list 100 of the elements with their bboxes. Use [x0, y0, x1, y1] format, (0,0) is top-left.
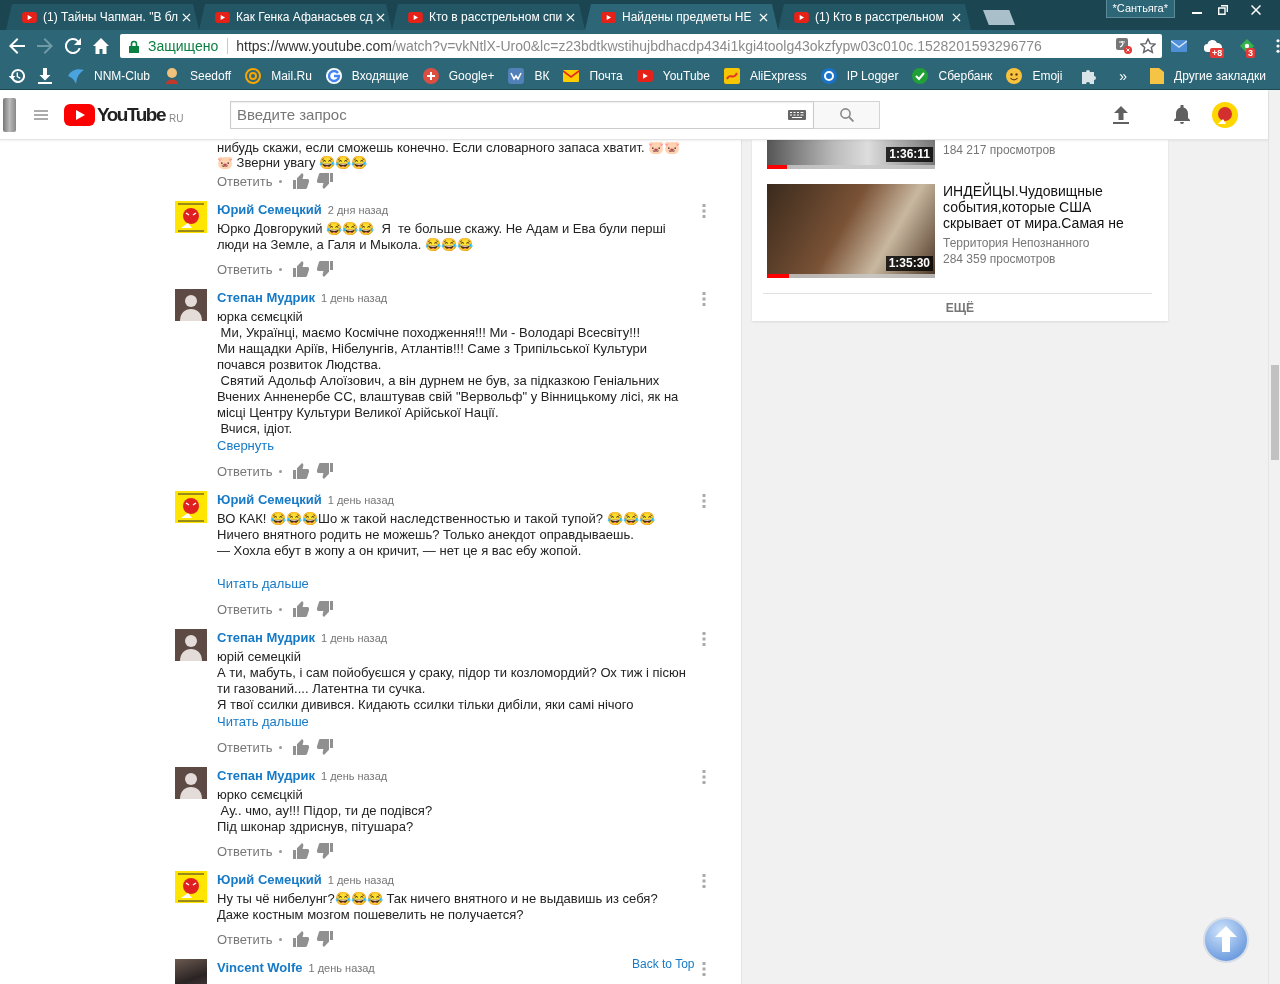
bookmark-link[interactable]: IP Logger	[820, 67, 899, 84]
comment-time[interactable]: 1 день назад	[308, 959, 375, 977]
bell-icon[interactable]	[1174, 105, 1190, 124]
close-icon[interactable]	[182, 12, 192, 22]
bookmark-link[interactable]: NNM-Club	[68, 67, 150, 84]
default-avatar[interactable]	[175, 767, 207, 799]
logo-text[interactable]: YouTube	[97, 103, 165, 126]
translate-icon[interactable]	[1116, 38, 1132, 54]
play-logo-icon[interactable]	[64, 103, 95, 126]
comment-time[interactable]: 1 день назад	[327, 491, 394, 509]
author-name[interactable]: Юрий Семецкий	[217, 491, 322, 509]
back-to-top-link[interactable]: Back to Top	[632, 957, 695, 971]
close-icon[interactable]	[566, 12, 576, 22]
new-tab-button[interactable]	[983, 10, 1015, 25]
author-name[interactable]: Степан Мудрик	[217, 289, 315, 307]
more-icon[interactable]	[702, 494, 706, 508]
thumbs-down-icon[interactable]	[316, 261, 333, 277]
thumbs-up-icon[interactable]	[292, 463, 309, 479]
thumbs-down-icon[interactable]	[316, 601, 333, 617]
reload-icon[interactable]	[65, 38, 81, 54]
envelope-icon[interactable]	[1171, 40, 1187, 52]
browser-tab[interactable]: Кто в расстрельном спи	[392, 4, 585, 30]
more-icon[interactable]	[702, 962, 706, 976]
upload-icon[interactable]	[1113, 105, 1129, 124]
expand-link[interactable]: Читать дальше	[217, 575, 309, 593]
thumbs-up-icon[interactable]	[292, 931, 309, 947]
other-bookmarks-link[interactable]: Другие закладки	[1150, 67, 1266, 84]
scroll-up-button[interactable]	[1203, 917, 1249, 963]
account-avatar[interactable]	[1212, 101, 1238, 128]
author-name[interactable]: Степан Мудрик	[217, 629, 315, 647]
reply-button[interactable]: Ответить	[217, 173, 273, 189]
close-icon[interactable]	[759, 12, 768, 22]
address-bar[interactable]: Защищено https://www.youtube.com/watch?v=vkNtlX-Uro0&lc=z23bdtkwstihujbdhacdp434i1kgi4toolg43okzfypw03c010c.1528201593296776	[120, 34, 1162, 58]
cartoon-avatar[interactable]	[175, 491, 207, 523]
bookmark-link[interactable]: AliExpress	[723, 67, 807, 84]
search-button[interactable]	[814, 100, 880, 129]
video-thumbnail[interactable]: 1:36:11	[767, 140, 935, 169]
default-avatar[interactable]	[175, 629, 207, 661]
browser-tab[interactable]: Найдены предметы НЕ	[585, 4, 778, 30]
history-icon[interactable]	[9, 67, 25, 84]
default-avatar[interactable]	[175, 289, 207, 321]
thumbs-up-icon[interactable]	[292, 601, 309, 617]
more-icon[interactable]	[702, 874, 706, 888]
author-name[interactable]: Юрий Семецкий	[217, 201, 322, 219]
reply-button[interactable]: Ответить	[217, 843, 273, 859]
thumbs-up-icon[interactable]	[292, 261, 309, 277]
comment-time[interactable]: 1 день назад	[320, 767, 388, 785]
bookmark-link[interactable]: ВК	[508, 67, 550, 84]
thumbs-up-icon[interactable]	[292, 173, 309, 189]
expand-link[interactable]: Свернуть	[217, 437, 274, 455]
comment-time[interactable]: 1 день назад	[320, 629, 388, 647]
bookmark-link[interactable]: Сбербанк	[912, 67, 993, 84]
thumbs-down-icon[interactable]	[316, 843, 333, 859]
browser-tab[interactable]: Как Генка Афанасьев сд	[199, 4, 392, 30]
reply-button[interactable]: Ответить	[217, 931, 273, 947]
reply-button[interactable]: Ответить	[217, 601, 273, 617]
more-icon[interactable]	[702, 292, 706, 306]
video-title[interactable]: ИНДЕЙЦЫ.Чудовищные события,которые США скрывает от мира.Самая не	[943, 183, 1124, 231]
cartoon-avatar[interactable]	[175, 871, 207, 903]
thumbs-up-icon[interactable]	[292, 739, 309, 755]
expand-link[interactable]: Читать дальше	[217, 713, 309, 731]
back-arrow-icon[interactable]	[9, 38, 25, 54]
thumbs-down-icon[interactable]	[316, 173, 333, 189]
more-icon[interactable]	[702, 204, 706, 218]
browser-tab[interactable]: (1) Тайны Чапман. "В бл	[6, 4, 199, 30]
thumbs-down-icon[interactable]	[316, 463, 333, 479]
bookmark-link[interactable]: YouTube	[636, 68, 710, 83]
close-icon[interactable]	[376, 12, 386, 22]
cartoon-avatar[interactable]	[175, 201, 207, 233]
close-icon[interactable]	[952, 12, 961, 22]
author-name[interactable]: Юрий Семецкий	[217, 871, 322, 889]
author-name[interactable]: Степан Мудрик	[217, 767, 315, 785]
bookmark-link[interactable]: Почта	[563, 68, 623, 83]
reply-button[interactable]: Ответить	[217, 261, 273, 277]
comment-time[interactable]: 1 день назад	[320, 289, 388, 307]
puzzle-icon[interactable]	[1082, 67, 1099, 84]
bookmark-link[interactable]: Mail.Ru	[245, 67, 312, 84]
profile-button[interactable]: *Сантьяга*	[1105, 0, 1175, 18]
video-thumbnail[interactable]: 1:35:30	[767, 184, 935, 278]
more-icon[interactable]	[702, 770, 706, 784]
thumbs-down-icon[interactable]	[316, 931, 333, 947]
bookmark-link[interactable]: Seedoff	[164, 67, 232, 84]
bookmark-link[interactable]: Emoji	[1006, 67, 1063, 84]
reply-button[interactable]: Ответить	[217, 463, 273, 479]
thumbs-down-icon[interactable]	[316, 739, 333, 755]
security-label[interactable]: Защищено	[148, 38, 219, 54]
thumbs-up-icon[interactable]	[292, 843, 309, 859]
bookmark-link[interactable]: Входящие	[325, 67, 409, 84]
reply-button[interactable]: Ответить	[217, 739, 273, 755]
author-name[interactable]: Vincent Wolfe	[217, 959, 303, 977]
browser-tab[interactable]: (1) Кто в расстрельном	[778, 4, 971, 30]
keyboard-icon[interactable]	[788, 109, 806, 120]
home-icon[interactable]	[93, 38, 109, 54]
bookmark-link[interactable]: Google+	[422, 67, 495, 84]
search-field[interactable]: Введите запрос	[230, 100, 814, 129]
show-more-button[interactable]: ЕЩЁ	[752, 294, 1168, 321]
menu-icon[interactable]	[1276, 39, 1280, 53]
comment-time[interactable]: 1 день назад	[327, 871, 394, 889]
scrollbar-thumb[interactable]	[1271, 365, 1279, 460]
bookmarks-overflow-button[interactable]: »	[1119, 67, 1128, 84]
